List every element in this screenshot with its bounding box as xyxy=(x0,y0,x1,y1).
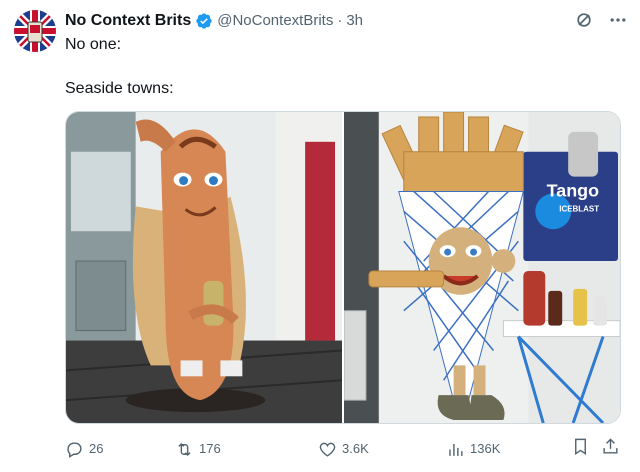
tweet-header: No Context Brits @NoContextBrits · 3h xyxy=(65,11,363,31)
reply-button[interactable]: 26 xyxy=(65,437,103,461)
tweet-actions: 26 176 3.6K 136K xyxy=(65,437,625,461)
views-count: 136K xyxy=(470,441,501,456)
retweet-icon xyxy=(175,440,194,459)
reply-count: 26 xyxy=(89,441,104,456)
hotdog-statue-photo[interactable] xyxy=(66,112,342,423)
avatar[interactable] xyxy=(14,10,56,52)
reply-icon xyxy=(65,440,84,459)
tweet-top-icons xyxy=(574,10,628,30)
more-icon[interactable] xyxy=(608,10,628,30)
bookmark-button[interactable] xyxy=(571,437,590,456)
tweet-text-line2: Seaside towns: xyxy=(65,80,174,97)
tweet-text-line1: No one: xyxy=(65,36,122,53)
timestamp[interactable]: 3h xyxy=(346,11,363,31)
retweet-button[interactable]: 176 xyxy=(175,437,221,461)
tweet-media: Tango ICEBLAST xyxy=(65,111,621,424)
display-name[interactable]: No Context Brits xyxy=(65,11,191,31)
views-icon xyxy=(446,440,465,459)
chips-cone-statue-photo[interactable]: Tango ICEBLAST xyxy=(344,112,620,423)
poster-brand-text: Tango xyxy=(547,180,600,200)
grok-icon[interactable] xyxy=(574,10,594,30)
views-button[interactable]: 136K xyxy=(446,437,500,461)
share-icon xyxy=(601,437,620,456)
like-count: 3.6K xyxy=(342,441,369,456)
separator-dot: · xyxy=(337,12,343,29)
bookmark-icon xyxy=(571,437,590,456)
verified-badge-icon xyxy=(195,12,213,30)
heart-icon xyxy=(318,440,337,459)
retweet-count: 176 xyxy=(199,441,221,456)
like-button[interactable]: 3.6K xyxy=(318,437,369,461)
poster-sub-text: ICEBLAST xyxy=(559,204,599,213)
union-jack-avatar-image xyxy=(14,10,56,52)
share-button[interactable] xyxy=(601,437,620,456)
user-handle[interactable]: @NoContextBrits xyxy=(217,11,333,31)
